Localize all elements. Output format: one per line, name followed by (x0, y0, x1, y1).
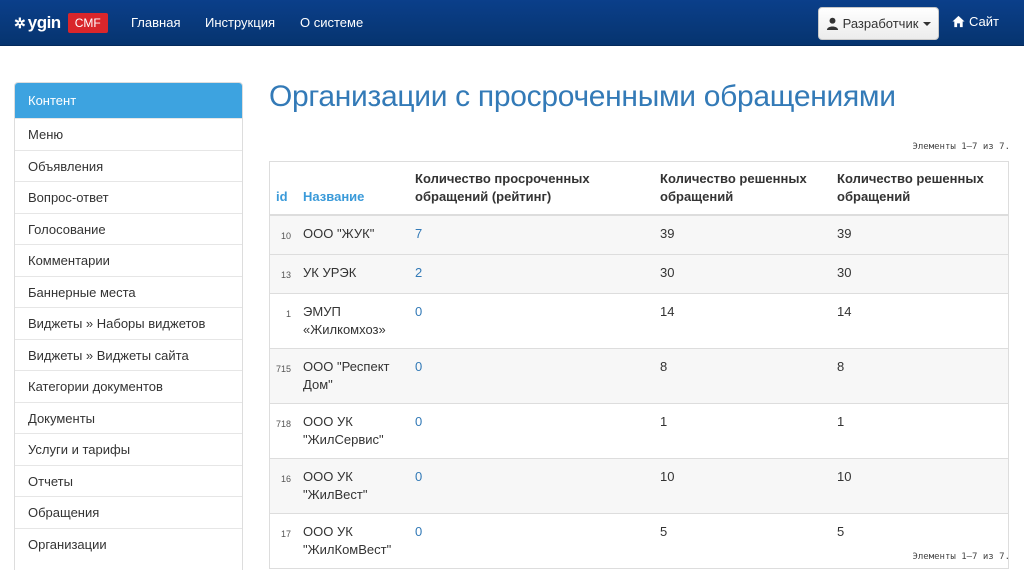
cell-solved: 8 (654, 348, 832, 404)
sidebar-item-reports[interactable]: Отчеты (15, 464, 242, 497)
table-row: 13 УК УРЭК 2 30 30 (269, 254, 1009, 294)
cell-name: ООО "ЖУК" (297, 214, 410, 255)
sidebar-item-documents[interactable]: Документы (15, 401, 242, 434)
table-row: 718 ООО УК "ЖилСервис" 0 1 1 (269, 403, 1009, 459)
cell-name: УК УРЭК (297, 254, 410, 294)
sidebar-item-services[interactable]: Услуги и тарифы (15, 433, 242, 465)
user-menu-label: Разработчик (842, 16, 919, 31)
cell-id: 17 (269, 513, 298, 569)
user-menu-button[interactable]: Разработчик (818, 7, 939, 40)
sidebar-item-announcements[interactable]: Объявления (15, 149, 242, 182)
cell-solved: 39 (654, 214, 832, 255)
cell-id: 10 (269, 214, 298, 255)
table-row: 17 ООО УК "ЖилКомВест" 0 5 5 (269, 513, 1009, 569)
cell-solved: 14 (654, 293, 832, 349)
sidebar-item-organizations[interactable]: Организации (15, 527, 242, 560)
cell-id: 718 (269, 403, 298, 459)
cell-solved-2: 14 (831, 293, 1009, 349)
page-title: Организации с просроченными обращениями (269, 80, 896, 113)
nav-link-home[interactable]: Главная (131, 15, 180, 30)
cell-name: ООО УК "ЖилКомВест" (297, 513, 410, 569)
cell-solved: 30 (654, 254, 832, 294)
cell-rating-link[interactable]: 0 (409, 348, 655, 404)
cell-rating-link[interactable]: 0 (409, 403, 655, 459)
organizations-table: id Название Количество просроченных обра… (269, 161, 1009, 569)
table-row: 10 ООО "ЖУК" 7 39 39 (269, 214, 1009, 255)
cell-solved: 5 (654, 513, 832, 569)
cell-name: ООО УК "ЖилВест" (297, 458, 410, 514)
sidebar-item-faq[interactable]: Вопрос-ответ (15, 181, 242, 213)
sidebar-item-site-widgets[interactable]: Виджеты » Виджеты сайта (15, 338, 242, 371)
brand-logo[interactable]: ✲ ygin CMF (14, 11, 108, 35)
sidebar: Контент Меню Объявления Вопрос-ответ Гол… (14, 82, 243, 570)
cell-solved-2: 30 (831, 254, 1009, 294)
brand-text: ygin (27, 13, 61, 32)
cell-solved-2: 8 (831, 348, 1009, 404)
cell-rating-link[interactable]: 2 (409, 254, 655, 294)
user-icon (826, 17, 838, 30)
cell-id: 16 (269, 458, 298, 514)
site-link-label: Сайт (969, 14, 999, 29)
home-icon (952, 15, 965, 28)
pagination-summary-top: Элементы 1—7 из 7. (912, 142, 1010, 152)
cell-solved-2: 10 (831, 458, 1009, 514)
cell-rating-link[interactable]: 0 (409, 513, 655, 569)
cell-id: 715 (269, 348, 298, 404)
cell-rating-link[interactable]: 0 (409, 293, 655, 349)
sidebar-item-menu[interactable]: Меню (15, 118, 242, 150)
gear-icon: ✲ (14, 14, 26, 31)
table-row: 715 ООО "Респект Дом" 0 8 8 (269, 348, 1009, 404)
cell-name: ООО УК "ЖилСервис" (297, 403, 410, 459)
sidebar-item-widget-sets[interactable]: Виджеты » Наборы виджетов (15, 307, 242, 339)
column-header-solved: Количество решенных обращений (654, 161, 832, 216)
cell-rating-link[interactable]: 0 (409, 458, 655, 514)
sidebar-item-doc-categories[interactable]: Категории документов (15, 370, 242, 402)
table-row: 1 ЭМУП «Жилкомхоз» 0 14 14 (269, 293, 1009, 349)
sidebar-item-voting[interactable]: Голосование (15, 212, 242, 245)
cell-solved: 10 (654, 458, 832, 514)
table-header-row: id Название Количество просроченных обра… (269, 161, 1009, 216)
cell-id: 13 (269, 254, 298, 294)
cell-solved-2: 1 (831, 403, 1009, 459)
site-link[interactable]: Сайт (952, 14, 999, 29)
table-row: 16 ООО УК "ЖилВест" 0 10 10 (269, 458, 1009, 514)
nav-link-instructions[interactable]: Инструкция (205, 15, 275, 30)
cell-id: 1 (269, 293, 298, 349)
cell-solved-2: 39 (831, 214, 1009, 255)
sidebar-item-banners[interactable]: Баннерные места (15, 275, 242, 308)
nav-link-about[interactable]: О системе (300, 15, 363, 30)
cell-name: ООО "Респект Дом" (297, 348, 410, 404)
brand-badge: CMF (67, 13, 108, 33)
sidebar-item-requests[interactable]: Обращения (15, 496, 242, 528)
pagination-summary-bottom: Элементы 1—7 из 7. (912, 552, 1010, 562)
top-navbar: ✲ ygin CMF Главная Инструкция О системе … (0, 0, 1024, 46)
column-header-name[interactable]: Название (297, 161, 410, 216)
cell-name: ЭМУП «Жилкомхоз» (297, 293, 410, 349)
column-header-id[interactable]: id (269, 161, 298, 216)
caret-down-icon (923, 21, 932, 26)
cell-rating-link[interactable]: 7 (409, 214, 655, 255)
sidebar-item-comments[interactable]: Комментарии (15, 244, 242, 276)
sidebar-item-content[interactable]: Контент (15, 83, 242, 118)
column-header-rating: Количество просроченных обращений (рейти… (409, 161, 655, 216)
cell-solved: 1 (654, 403, 832, 459)
column-header-solved-2: Количество решенных обращений (831, 161, 1009, 216)
